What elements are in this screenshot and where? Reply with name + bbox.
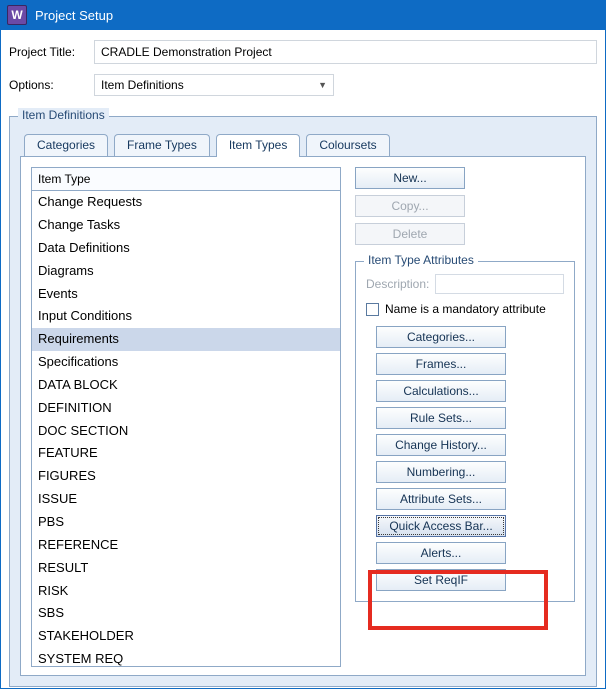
tab-page-item-types: Item Type Change RequestsChange TasksDat… [20,156,586,676]
numbering-button[interactable]: Numbering... [376,461,506,483]
list-item[interactable]: Change Requests [32,191,340,214]
categories-button[interactable]: Categories... [376,326,506,348]
window-title: Project Setup [35,8,113,23]
mandatory-checkbox[interactable] [366,303,379,316]
list-item[interactable]: DOC SECTION [32,420,340,443]
tab-item-types[interactable]: Item Types [216,134,300,157]
tab-coloursets[interactable]: Coloursets [306,134,389,156]
list-item[interactable]: STAKEHOLDER [32,625,340,648]
description-label: Description: [366,277,429,291]
attribute-sets-button[interactable]: Attribute Sets... [376,488,506,510]
set-reqif-button[interactable]: Set ReqIF [376,569,506,591]
attr-group-title: Item Type Attributes [364,253,478,267]
titlebar: W Project Setup [1,0,605,30]
options-combo[interactable]: Item Definitions ▼ [94,74,334,96]
list-item[interactable]: PBS [32,511,340,534]
item-type-attributes-group: Item Type Attributes Description: Name i… [355,261,575,602]
change-history-button[interactable]: Change History... [376,434,506,456]
list-item[interactable]: REFERENCE [32,534,340,557]
new-button[interactable]: New... [355,167,465,189]
delete-button[interactable]: Delete [355,223,465,245]
list-item[interactable]: Data Definitions [32,237,340,260]
list-item[interactable]: Diagrams [32,260,340,283]
tab-categories[interactable]: Categories [24,134,108,156]
list-item[interactable]: SYSTEM REQ [32,648,340,667]
description-input[interactable] [435,274,564,294]
list-item[interactable]: RISK [32,580,340,603]
options-combo-value: Item Definitions [101,78,184,92]
list-item[interactable]: Specifications [32,351,340,374]
copy-button[interactable]: Copy... [355,195,465,217]
app-icon: W [7,5,27,25]
list-item[interactable]: ISSUE [32,488,340,511]
list-item[interactable]: Input Conditions [32,305,340,328]
item-type-listbox[interactable]: Item Type Change RequestsChange TasksDat… [31,167,341,667]
list-item[interactable]: RESULT [32,557,340,580]
list-item[interactable]: DEFINITION [32,397,340,420]
item-definitions-group: Item Definitions Categories Frame Types … [9,116,597,687]
rule-sets-button[interactable]: Rule Sets... [376,407,506,429]
tab-frame-types[interactable]: Frame Types [114,134,210,156]
options-label: Options: [9,78,94,92]
tabstrip: Categories Frame Types Item Types Colour… [24,133,586,156]
list-item[interactable]: Events [32,283,340,306]
group-title: Item Definitions [18,108,109,122]
list-item[interactable]: FIGURES [32,465,340,488]
list-header: Item Type [32,168,340,191]
list-item[interactable]: Requirements [32,328,340,351]
calculations-button[interactable]: Calculations... [376,380,506,402]
list-item[interactable]: DATA BLOCK [32,374,340,397]
right-column: New... Copy... Delete Item Type Attribut… [355,167,575,665]
project-title-label: Project Title: [9,45,94,59]
project-title-input[interactable] [94,40,597,64]
frames-button[interactable]: Frames... [376,353,506,375]
chevron-down-icon: ▼ [318,80,327,90]
list-item[interactable]: SBS [32,602,340,625]
mandatory-label: Name is a mandatory attribute [385,302,546,316]
quick-access-bar-button[interactable]: Quick Access Bar... [376,515,506,537]
list-item[interactable]: FEATURE [32,442,340,465]
attr-buttons: Categories... Frames... Calculations... … [376,326,564,591]
top-form: Project Title: Options: Item Definitions… [1,30,605,112]
list-item[interactable]: Change Tasks [32,214,340,237]
alerts-button[interactable]: Alerts... [376,542,506,564]
